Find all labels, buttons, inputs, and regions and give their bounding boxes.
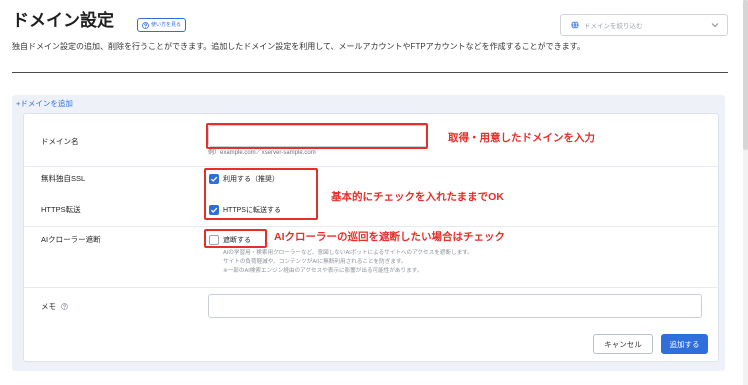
ai-crawler-note: サイトの負荷軽減や、コンテンツがAIに無断利用されることを防ぎます。 [223, 259, 407, 265]
row-divider [24, 287, 718, 288]
cancel-button[interactable]: キャンセル [593, 334, 653, 354]
domain-name-label: ドメイン名 [41, 137, 79, 146]
question-circle-icon[interactable] [61, 303, 68, 310]
annotation-text-ai-crawler: AIクローラーの巡回を遮断したい場合はチェック [274, 231, 505, 243]
page-scrollbar[interactable] [743, 0, 748, 385]
annotation-box-domain [206, 123, 428, 149]
ai-crawler-note: ※一部のAI検索エンジン経由のアクセスや表示に影響が出る可能性があります。 [223, 268, 423, 274]
header-divider [12, 72, 728, 73]
https-label: HTTPS転送 [41, 205, 81, 214]
question-circle-icon [142, 21, 149, 29]
annotation-text-checkboxes: 基本的にチェックを入れたままでOK [331, 191, 504, 203]
help-button-label: 使い方を見る [151, 21, 182, 28]
memo-label: メモ [41, 302, 56, 311]
domain-filter-select[interactable]: ドメインを絞り込む [560, 14, 728, 36]
memo-input[interactable] [208, 294, 702, 318]
annotation-text-domain: 取得・用意したドメインを入力 [448, 132, 595, 144]
annotation-box-checkboxes [204, 168, 318, 220]
ai-crawler-note: AIの学習用・検索用クローラーなど、意図しないAIボットによるサイトへのアクセス… [223, 250, 473, 256]
add-domain-panel: +ドメインを追加 ドメイン名 例）example.com／xserver-sam… [12, 95, 725, 371]
add-domain-link[interactable]: +ドメインを追加 [16, 99, 73, 109]
row-divider [24, 166, 718, 167]
scrollbar-thumb[interactable] [743, 0, 748, 150]
help-button[interactable]: 使い方を見る [137, 18, 187, 32]
page-description: 独自ドメイン設定の追加、削除を行うことができます。追加したドメイン設定を利用して… [12, 42, 585, 51]
ssl-label: 無料独自SSL [41, 174, 86, 183]
add-domain-form: ドメイン名 例）example.com／xserver-sample.com 取… [23, 113, 719, 362]
add-button[interactable]: 追加する [661, 334, 708, 354]
ai-crawler-label: AIクローラー遮断 [41, 235, 101, 244]
annotation-box-ai-crawler [204, 229, 267, 248]
page-title: ドメイン設定 [12, 11, 114, 30]
row-divider [24, 226, 718, 227]
domain-name-hint: 例）example.com／xserver-sample.com [208, 150, 316, 156]
chevron-down-icon [711, 22, 719, 28]
globe-icon [571, 21, 579, 29]
domain-filter-placeholder: ドメインを絞り込む [584, 23, 643, 30]
